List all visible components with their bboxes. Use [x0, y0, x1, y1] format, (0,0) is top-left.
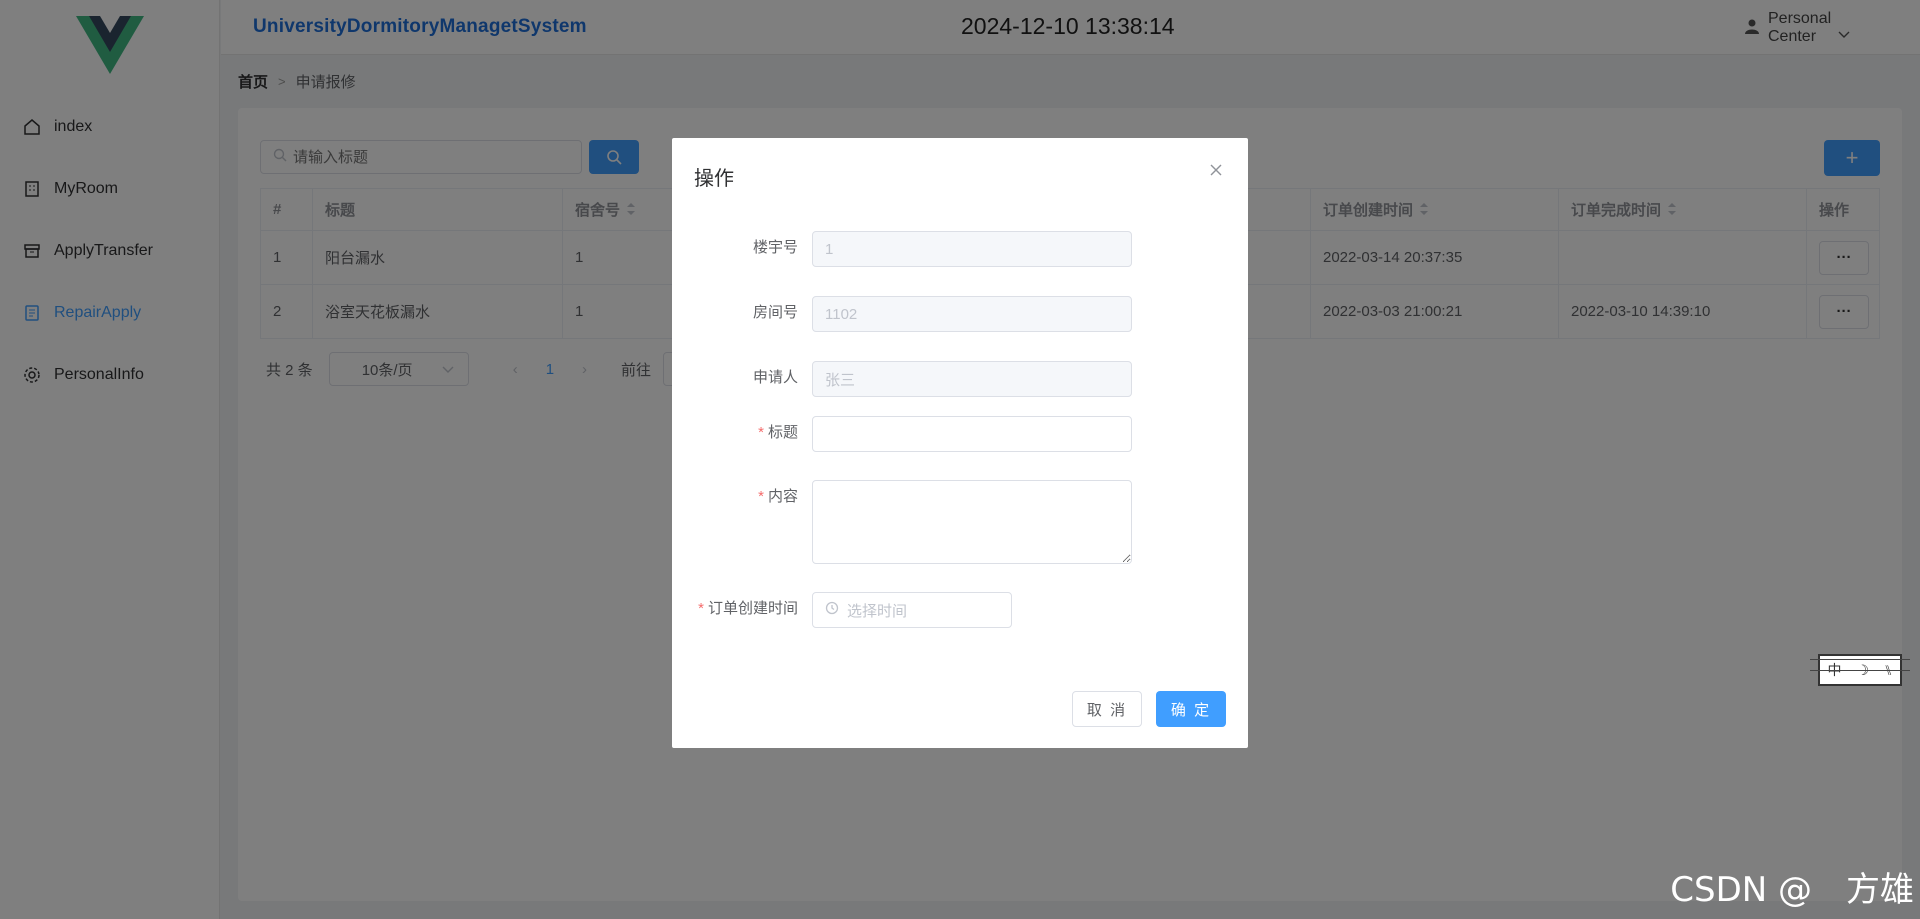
ime-toolbar[interactable]: 中 ☽ ⑊ [1810, 654, 1910, 686]
dialog-title: 操作 [694, 168, 734, 190]
cancel-button[interactable]: 取 消 [1072, 691, 1142, 727]
content-label-wrap: * 内容 [672, 480, 812, 514]
form-row-room: 房间号 [672, 296, 1248, 332]
applicant-field [812, 361, 1132, 397]
form-row-building: 楼宇号 [672, 231, 1248, 267]
room-label: 房间号 [752, 304, 798, 321]
applicant-label: 申请人 [752, 369, 798, 386]
required-mark: * [698, 600, 704, 617]
operation-dialog: 操作 楼宇号 房间号 申请人 *标题 *内容 *订单创建时间 选择时间 取 消 … [672, 138, 1248, 748]
moon-icon: ☽ [1856, 661, 1870, 678]
time-picker-input[interactable]: 选择时间 [812, 592, 1012, 628]
confirm-button[interactable]: 确 定 [1156, 691, 1226, 727]
created-time-label: 订单创建时间 [707, 600, 798, 617]
title-label-wrap: * 标题 [672, 416, 812, 450]
close-button[interactable] [1206, 160, 1226, 180]
room-field [812, 296, 1132, 332]
content-textarea[interactable] [812, 480, 1132, 564]
watermark: CSDN @ 方雄 [1670, 870, 1914, 910]
building-label: 楼宇号 [752, 239, 798, 256]
form-row-title: * 标题 [672, 416, 1248, 452]
required-mark: * [758, 424, 764, 441]
ime-mode-icon: ⑊ [1884, 662, 1893, 678]
content-label: 内容 [767, 488, 798, 505]
ime-char: 中 [1827, 662, 1842, 678]
building-field [812, 231, 1132, 267]
required-mark: * [758, 488, 764, 505]
title-label: 标题 [767, 424, 798, 441]
time-picker-placeholder: 选择时间 [847, 602, 908, 620]
clock-icon [825, 601, 839, 619]
close-icon [1210, 164, 1222, 176]
title-field[interactable] [812, 416, 1132, 452]
form-row-created-time: * 订单创建时间 选择时间 [672, 592, 1248, 628]
created-time-label-wrap: * 订单创建时间 [672, 592, 812, 626]
form-row-applicant: 申请人 [672, 361, 1248, 397]
form-row-content: * 内容 [672, 480, 1248, 564]
